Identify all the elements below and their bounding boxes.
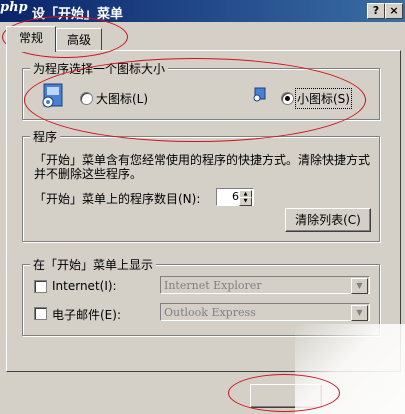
clear-list-button[interactable]: 清除列表(C) bbox=[285, 208, 371, 232]
chevron-down-icon[interactable]: ▼ bbox=[351, 305, 368, 321]
watermark bbox=[295, 324, 405, 414]
program-count-value[interactable]: 6 bbox=[232, 190, 239, 203]
internet-label[interactable]: Internet(I): bbox=[52, 279, 117, 293]
email-select[interactable]: Outlook Express ▼ bbox=[160, 303, 370, 321]
program-count-label: 「开始」菜单上的程序数目(N): bbox=[34, 192, 201, 206]
email-select-value: Outlook Express bbox=[164, 306, 256, 319]
tab-general[interactable]: 常规 bbox=[6, 26, 56, 52]
programs-group-title: 程序 bbox=[30, 128, 61, 145]
email-label[interactable]: 电子邮件(E): bbox=[52, 306, 121, 323]
chevron-down-icon[interactable]: ▼ bbox=[351, 278, 368, 294]
program-count-spinner[interactable]: 6 ▲ ▼ bbox=[216, 188, 254, 206]
help-button[interactable]: ? bbox=[367, 3, 385, 19]
icon-size-group-title: 为程序选择一个图标大小 bbox=[30, 60, 169, 77]
small-icon-radio[interactable] bbox=[281, 92, 294, 105]
window-title: 设「开始」菜单 bbox=[32, 7, 124, 22]
php-logo: php bbox=[0, 0, 28, 15]
spin-down-icon[interactable]: ▼ bbox=[239, 197, 252, 206]
internet-checkbox[interactable] bbox=[34, 280, 47, 293]
large-icon-label[interactable]: 大图标(L) bbox=[96, 90, 148, 107]
internet-select-value: Internet Explorer bbox=[164, 279, 262, 292]
large-program-icon bbox=[38, 80, 68, 110]
small-icon-label[interactable]: 小图标(S) bbox=[295, 88, 352, 109]
internet-select[interactable]: Internet Explorer ▼ bbox=[160, 276, 370, 294]
tab-advanced[interactable]: 高级 bbox=[56, 28, 102, 51]
show-group-title: 在「开始」菜单上显示 bbox=[30, 256, 157, 273]
close-button[interactable]: × bbox=[385, 3, 403, 19]
large-icon-radio[interactable] bbox=[80, 92, 93, 105]
small-program-icon bbox=[252, 86, 268, 102]
email-checkbox[interactable] bbox=[34, 307, 47, 320]
radio-selected-dot bbox=[285, 96, 290, 101]
programs-description-line2: 并不删除这些程序。 bbox=[34, 167, 143, 181]
